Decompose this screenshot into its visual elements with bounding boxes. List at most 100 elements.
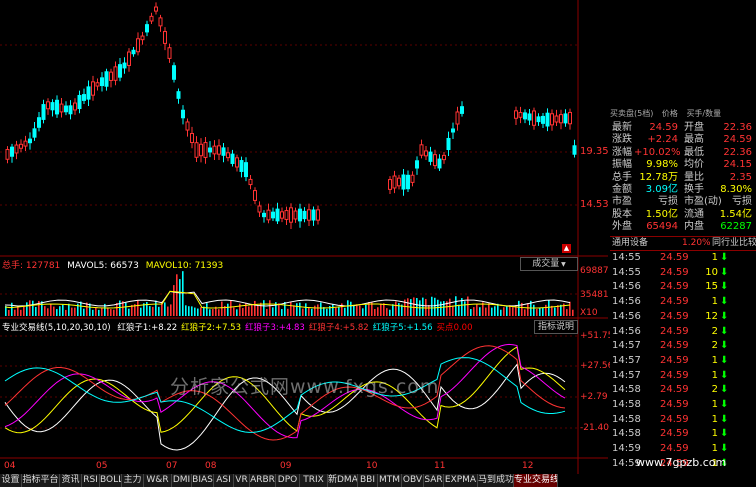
volume-bar [314, 305, 316, 316]
candle [109, 71, 113, 81]
tab-21[interactable]: 专业交易线 [514, 474, 558, 487]
candle [284, 210, 289, 220]
sector-label: 通用设备 [612, 238, 649, 248]
tick-list[interactable]: 14:55 24.59 1 ⬇ 14:55 24.59 10 ⬇ 14:56 24.59 15 ⬇ 14… [612, 252, 756, 474]
tick-price: 24.59 [660, 384, 689, 396]
candle [194, 142, 199, 158]
sector-row[interactable]: 通用设备 1.20% 同行业比较 [610, 236, 756, 251]
tab-19[interactable]: EXPMA [444, 474, 478, 487]
arrow-down-icon: ⬇ [720, 340, 729, 352]
tab-12[interactable]: DPO [276, 474, 300, 487]
candle [455, 111, 460, 125]
indicator-name: 专业交易线(5,10,20,30,10) [2, 323, 111, 333]
volume-bar [167, 306, 169, 316]
volume-bar [188, 306, 190, 316]
volume-bar [497, 303, 499, 316]
tick-time: 14:56 [612, 296, 641, 308]
volume-bar [35, 306, 37, 316]
tab-8[interactable]: BIAS [192, 474, 214, 487]
tab-1[interactable]: 指标平台 [22, 474, 60, 487]
tab-17[interactable]: OBV [402, 474, 424, 487]
candle [226, 152, 230, 159]
tab-3[interactable]: RSI [82, 474, 100, 487]
volume-bar [53, 306, 55, 316]
candle [95, 82, 100, 87]
tab-14[interactable]: 新DMA [328, 474, 358, 487]
volume-bar [503, 307, 505, 316]
arrow-down-icon: ⬇ [720, 428, 729, 440]
tick-time: 14:57 [612, 354, 641, 366]
tab-10[interactable]: VR [234, 474, 250, 487]
tab-13[interactable]: TRIX [300, 474, 328, 487]
candle [14, 144, 19, 154]
candle [262, 212, 266, 218]
tick-time: 14:59 [612, 443, 641, 455]
candle [451, 128, 455, 133]
tab-7[interactable]: DMI [172, 474, 192, 487]
volume-bar [32, 300, 34, 316]
quote-label: 均价 [684, 159, 704, 171]
quote-value: 8.30% [720, 184, 752, 195]
candle [239, 160, 244, 172]
volume-bar [230, 300, 232, 316]
volume-bar [29, 300, 31, 316]
month-label: 10 [366, 461, 378, 471]
tick-time: 14:57 [612, 369, 641, 381]
candle [568, 111, 572, 125]
tick-price: 24.59 [660, 325, 689, 337]
candle [289, 207, 293, 223]
tick-time: 14:57 [612, 340, 641, 352]
indicator-legend-label: 红狼子5: [372, 323, 407, 333]
quote-label: 最低 [684, 146, 704, 158]
watermark: 分析家公式网www.fxgs.com [170, 376, 440, 398]
volume-bar [125, 302, 127, 316]
volume-bar [524, 309, 526, 316]
tab-15[interactable]: BBI [358, 474, 378, 487]
quote-row: 股本 1.50亿 流通 1.54亿 [612, 209, 756, 221]
total-volume-label: 总手: [2, 261, 24, 271]
tab-11[interactable]: ARBR [250, 474, 276, 487]
tab-20[interactable]: 马到成功 [478, 474, 514, 487]
volume-bar [377, 307, 379, 316]
candle [208, 147, 212, 153]
candle [293, 210, 298, 220]
candle [523, 112, 527, 120]
volume-bar [386, 308, 388, 316]
volume-bar [20, 309, 22, 316]
volume-bar [332, 304, 334, 316]
volume-bar [257, 306, 259, 316]
tab-6[interactable]: W&R [144, 474, 172, 487]
volume-bar [68, 303, 70, 316]
indicator-dropdown[interactable]: 成交量 ▼ [520, 257, 578, 271]
tab-16[interactable]: MTM [378, 474, 402, 487]
candle [37, 117, 41, 128]
tab-2[interactable]: 资讯 [60, 474, 82, 487]
tick-row: 14:55 24.59 1 ⬇ [612, 252, 756, 264]
tick-row: 14:58 24.59 1 ⬇ [612, 428, 756, 440]
volume-bar [440, 301, 442, 316]
candle [100, 77, 104, 87]
tab-9[interactable]: ASI [214, 474, 234, 487]
month-label: 09 [280, 461, 292, 471]
tick-price: 24.59 [660, 310, 689, 322]
candle [73, 102, 77, 111]
mavol5-label: MAVOL5: [67, 261, 108, 271]
quote-panel: 买卖盘(5档) 价格 买手/数量 最新 24.59 开盘 22.36 涨跌 +2.24 最高… [610, 0, 756, 474]
volume-bar [44, 306, 46, 316]
quote-label: 流通 [684, 208, 704, 220]
volume-bar [266, 309, 268, 316]
chart-area[interactable] [0, 0, 608, 474]
volume-bar [374, 309, 376, 316]
quote-table: 最新 24.59 开盘 22.36 涨跌 +2.24 最高 24.59 涨幅 +10.02% 最低 2… [612, 122, 756, 234]
quote-value: +10.02% [634, 146, 681, 158]
tab-0[interactable]: 设置 [0, 474, 22, 487]
tab-4[interactable]: BOLL [100, 474, 122, 487]
indicator-legend-item: 买点0.00 [437, 323, 473, 333]
arrow-down-icon: ⬇ [720, 281, 729, 293]
tab-5[interactable]: 主力 [122, 474, 144, 487]
tick-volume: 1 [711, 399, 718, 410]
indicator-help-button[interactable]: 指标说明 [534, 320, 578, 334]
tab-18[interactable]: SAR [424, 474, 444, 487]
volume-bar [212, 309, 214, 316]
volume-bar [395, 301, 397, 316]
